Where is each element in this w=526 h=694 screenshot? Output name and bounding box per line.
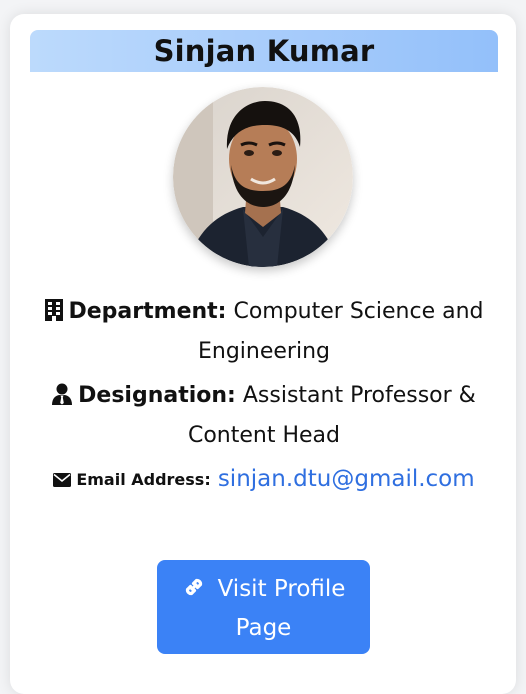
designation-label: Designation:	[78, 383, 236, 408]
department-value: Computer Science and Engineering	[198, 299, 484, 364]
avatar-photo	[173, 87, 353, 267]
avatar	[173, 87, 353, 267]
visit-profile-button[interactable]: Visit Profile Page	[157, 560, 370, 654]
email-label: Email Address:	[76, 470, 211, 489]
envelope-icon	[53, 464, 72, 500]
link-icon	[182, 574, 206, 610]
visit-profile-button-label: Visit Profile Page	[217, 576, 346, 641]
department-info: Department: Computer Science and Enginee…	[30, 293, 498, 370]
department-label: Department:	[68, 299, 227, 324]
name-banner: Sinjan Kumar	[30, 30, 498, 72]
designation-info: Designation: Assistant Professor & Conte…	[30, 377, 498, 454]
email-info: Email Address: sinjan.dtu@gmail.com	[30, 461, 498, 500]
profile-name: Sinjan Kumar	[153, 34, 375, 68]
user-tie-icon	[52, 380, 73, 417]
profile-card: Sinjan Kumar Department: Computer Scienc…	[10, 14, 516, 694]
building-icon	[44, 296, 63, 333]
email-link[interactable]: sinjan.dtu@gmail.com	[218, 466, 475, 492]
